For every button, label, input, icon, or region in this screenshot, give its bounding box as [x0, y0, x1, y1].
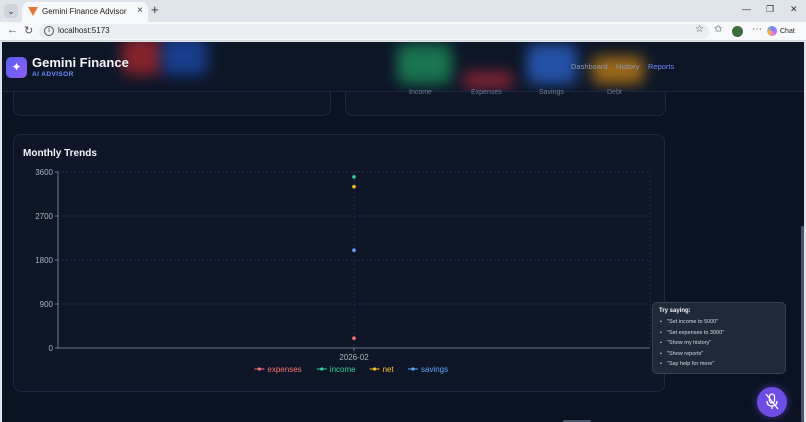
y-tick-label: 0: [49, 344, 54, 353]
data-point-expenses: [352, 336, 356, 341]
hint-item: "Show reports": [659, 349, 779, 360]
address-bar[interactable]: i localhost:5173 ☆: [39, 24, 709, 39]
y-tick-label: 1800: [35, 256, 53, 265]
hint-item: "Say help for more": [659, 359, 779, 370]
data-point-income: [352, 175, 356, 179]
copilot-icon: [767, 26, 777, 36]
reload-icon[interactable]: ↻: [24, 24, 33, 37]
close-window-icon[interactable]: ✕: [790, 4, 798, 15]
close-tab-icon[interactable]: ×: [137, 5, 143, 16]
legend-label-income: income: [330, 365, 356, 374]
voice-hint-panel: Try saying: "Set income to 5000" "Set ex…: [652, 302, 786, 374]
legend-marker-income: [320, 367, 324, 371]
url-text: localhost:5173: [58, 26, 110, 35]
legend-label-net: net: [383, 365, 395, 374]
vite-favicon-icon: [28, 7, 38, 16]
legend-marker-savings: [411, 367, 415, 371]
minimize-icon[interactable]: —: [742, 4, 751, 14]
x-tick-label: 2026-02: [339, 353, 369, 362]
back-icon[interactable]: ←: [7, 24, 18, 36]
hint-item: "Show my history": [659, 338, 779, 349]
browser-toolbar: ← ↻ i localhost:5173 ☆ ✩ ⋯: [0, 22, 806, 41]
data-point-savings: [352, 248, 356, 253]
legend-label-savings: savings: [421, 365, 448, 374]
data-point-net: [352, 184, 356, 189]
new-tab-button[interactable]: +: [151, 2, 159, 17]
y-tick-label: 900: [40, 300, 54, 309]
site-info-icon[interactable]: i: [44, 26, 54, 36]
mic-off-icon: [765, 393, 779, 410]
bookmark-star-icon[interactable]: ☆: [695, 24, 704, 35]
tab-title: Gemini Finance Advisor: [42, 7, 127, 16]
hint-item: "Set expenses to 3000": [659, 328, 779, 339]
more-menu-icon[interactable]: ⋯: [752, 24, 762, 35]
browser-tab[interactable]: Gemini Finance Advisor ×: [22, 2, 148, 22]
legend-marker-net: [373, 367, 377, 371]
legend-label-expenses: expenses: [267, 365, 301, 374]
browser-tabbar: ⌄ Gemini Finance Advisor × + — ❐ ✕: [0, 0, 806, 22]
legend-marker-expenses: [257, 367, 261, 371]
chat-button[interactable]: Chat: [767, 24, 795, 38]
restore-icon[interactable]: ❐: [766, 4, 774, 15]
app-viewport: ✦ Gemini Finance AI ADVISOR Dashboard Hi…: [2, 42, 804, 422]
hint-title: Try saying:: [659, 308, 691, 314]
vertical-scrollbar[interactable]: [801, 226, 804, 422]
mic-toggle-button[interactable]: [757, 387, 787, 417]
profile-avatar[interactable]: [732, 26, 743, 37]
favorites-icon[interactable]: ✩: [714, 24, 722, 35]
y-tick-label: 2700: [35, 212, 53, 221]
hint-item: "Set income to 5000": [659, 317, 779, 328]
chat-label: Chat: [780, 27, 795, 35]
hint-list: "Set income to 5000" "Set expenses to 30…: [659, 317, 779, 370]
y-tick-label: 3600: [35, 168, 53, 177]
tab-list-icon[interactable]: ⌄: [4, 4, 18, 18]
